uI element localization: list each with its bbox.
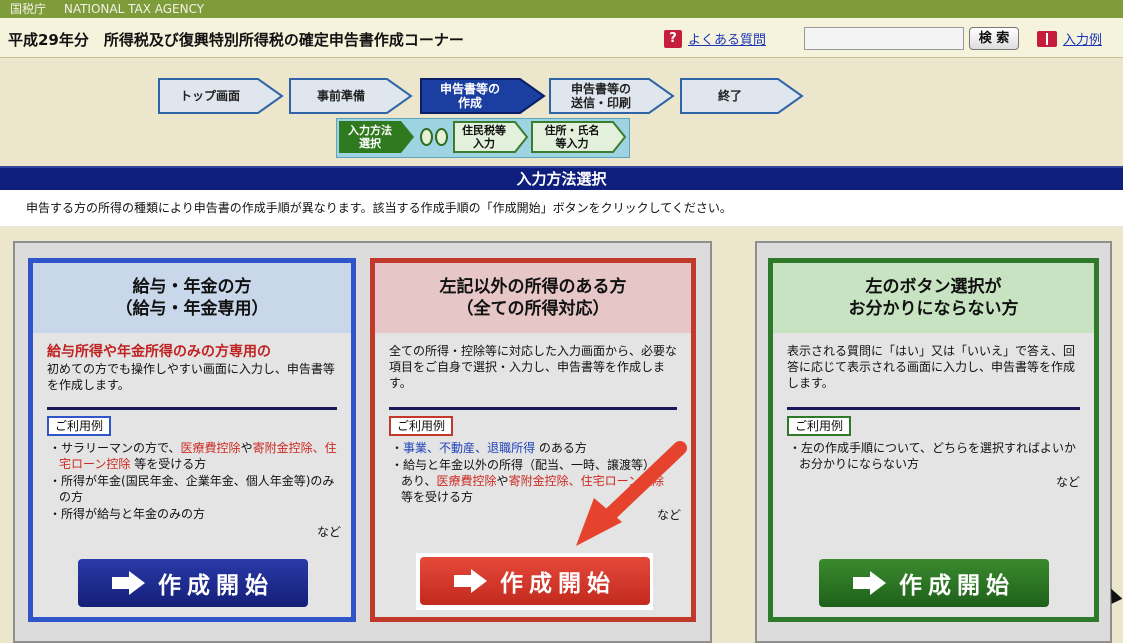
divider <box>47 407 337 410</box>
card-header: 給与・年金の方 （給与・年金専用） <box>33 263 351 333</box>
step-label: 申告書等の 作成 <box>439 82 500 110</box>
arrow-right-icon <box>454 569 488 593</box>
card-desc-text: 初めての方でも操作しやすい画面に入力し、申告書等を作成します。 <box>47 362 335 392</box>
step-end: 終了 <box>680 78 804 114</box>
substep-label: 住所・氏名 等入力 <box>544 124 600 150</box>
start-button-all[interactable]: 作成開始 <box>420 557 650 605</box>
step-label: 事前準備 <box>316 89 365 103</box>
step-send: 申告書等の 送信・印刷 <box>549 78 675 114</box>
card-description: 表示される質問に「はい」又は「いいえ」で答え、回答に応じて表示される画面に入力し… <box>787 344 1076 390</box>
list-item: ・サラリーマンの方で、医療費控除や寄附金控除、住宅ローン控除 等を受ける方 <box>49 441 337 471</box>
start-button-label: 作成開始 <box>500 571 616 597</box>
question-icon: ? <box>664 29 682 48</box>
arrow-right-icon <box>853 571 887 595</box>
arrow-right-icon <box>112 571 146 595</box>
header: 平成29年分 所得税及び復興特別所得税の確定申告書作成コーナー ? よくある質問… <box>0 18 1123 58</box>
search-input[interactable] <box>804 27 964 50</box>
section-title: 入力方法選択 <box>0 166 1123 190</box>
start-button-unsure[interactable]: 作成開始 <box>819 559 1049 607</box>
page-title: 平成29年分 所得税及び復興特別所得税の確定申告書作成コーナー <box>8 31 464 49</box>
step-prep: 事前準備 <box>289 78 413 114</box>
example-link[interactable]: 入力例 <box>1063 29 1102 48</box>
card-header: 左のボタン選択が お分かりにならない方 <box>773 263 1094 333</box>
usage-list: ・左の作成手順について、どちらを選択すればよいかお分かりにならない方 <box>773 436 1094 472</box>
usage-label: ご利用例 <box>47 416 112 436</box>
step-create: 申告書等の 作成 <box>420 78 546 114</box>
card-subtitle: （全ての所得対応） <box>456 299 610 319</box>
start-button-label: 作成開始 <box>158 573 274 599</box>
substep-label: 入力方法 選択 <box>348 124 392 150</box>
card-subtitle: お分かりにならない方 <box>848 299 1019 319</box>
usage-label: ご利用例 <box>389 416 454 436</box>
substep-resident-tax: 住民税等 入力 <box>453 121 529 153</box>
faq-link-group[interactable]: ? よくある質問 <box>664 29 766 48</box>
start-button-label: 作成開始 <box>899 573 1015 599</box>
search-button[interactable]: 検 索 <box>969 27 1019 50</box>
list-item: ・左の作成手順について、どちらを選択すればよいかお分かりにならない方 <box>789 441 1077 471</box>
divider <box>389 407 677 410</box>
step-top: トップ画面 <box>158 78 284 114</box>
annotation-arrow <box>576 441 687 546</box>
substep-dots <box>420 128 448 146</box>
intro-text: 申告する方の所得の種類により申告書の作成手順が異なります。該当する作成手順の「作… <box>0 190 1123 226</box>
step-label: 申告書等の 送信・印刷 <box>570 82 631 110</box>
step-label: トップ画面 <box>179 89 240 103</box>
card-title: 給与・年金の方 <box>132 277 252 297</box>
substep-address: 住所・氏名 等入力 <box>531 121 627 153</box>
book-icon <box>1037 30 1057 47</box>
card-subtitle: （給与・年金専用） <box>115 299 269 319</box>
usage-list: ・サラリーマンの方で、医療費控除や寄附金控除、住宅ローン控除 等を受ける方 ・所… <box>33 436 351 522</box>
card-header: 左記以外の所得のある方 （全ての所得対応） <box>375 263 691 333</box>
list-item: ・所得が年金(国民年金、企業年金、個人年金等)のみの方 <box>49 474 335 504</box>
start-button-salary[interactable]: 作成開始 <box>78 559 308 607</box>
card-title: 左記以外の所得のある方 <box>439 277 627 297</box>
substep-method: 入力方法 選択 <box>339 121 415 153</box>
step-label: 終了 <box>717 89 742 103</box>
agency-name-jp: 国税庁 <box>10 2 47 16</box>
agency-bar: 国税庁 NATIONAL TAX AGENCY <box>0 0 1123 18</box>
dot <box>435 128 448 146</box>
divider <box>787 407 1080 410</box>
agency-name-en: NATIONAL TAX AGENCY <box>63 2 205 16</box>
more-note: など <box>1055 475 1080 489</box>
more-note: など <box>316 525 341 539</box>
list-item: ・所得が給与と年金のみの方 <box>49 507 206 521</box>
usage-label: ご利用例 <box>787 416 852 436</box>
card-lead: 給与所得や年金所得のみの方専用の <box>47 344 271 360</box>
card-description: 全ての所得・控除等に対応した入力画面から、必要な項目をご自身で選択・入力し、申告… <box>389 344 678 390</box>
card-description: 給与所得や年金所得のみの方専用の 初めての方でも操作しやすい画面に入力し、申告書… <box>33 333 351 407</box>
dot <box>420 128 433 146</box>
card-title: 左のボタン選択が <box>865 277 1002 297</box>
example-link-group[interactable]: 入力例 <box>1037 29 1102 48</box>
substep-label: 住民税等 入力 <box>462 124 506 150</box>
faq-link[interactable]: よくある質問 <box>688 29 766 48</box>
